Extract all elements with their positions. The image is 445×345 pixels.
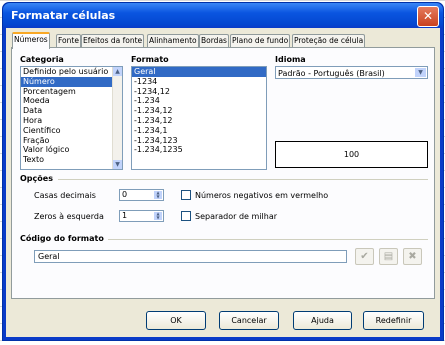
preview-box: 100 [275, 141, 428, 168]
thousands-separator-label: Separador de milhar [195, 212, 278, 221]
tab-label: Números [14, 35, 48, 44]
tab-cell-protection[interactable]: Proteção de célula [292, 34, 366, 47]
format-code-divider [108, 239, 428, 240]
list-item[interactable]: -1.234 [132, 96, 266, 106]
leading-zeros-label: Zeros à esquerda [34, 212, 104, 221]
ok-button[interactable]: OK [146, 311, 206, 330]
dialog-title: Formatar células [11, 9, 116, 22]
tab-label: Efeitos da fonte [83, 36, 143, 45]
tab-label: Plano de fundo [232, 36, 289, 45]
edit-comment-icon: ▤ [383, 251, 394, 262]
preview-value: 100 [343, 150, 360, 159]
tab-label: Alinhamento [149, 36, 197, 45]
list-item[interactable]: -1234,12 [132, 87, 266, 97]
ok-button-label: OK [170, 316, 182, 325]
options-divider [58, 179, 428, 180]
format-code-input[interactable]: Geral [34, 250, 347, 263]
list-item[interactable]: Data [21, 106, 122, 116]
language-value: Padrão - Português (Brasil) [278, 69, 385, 78]
leading-zeros-value: 1 [122, 211, 128, 220]
thousands-separator-checkbox[interactable] [181, 211, 191, 221]
list-item[interactable]: -1.234,12 [132, 106, 266, 116]
numbers-tab-page: Categoria Definido pelo usuário Número P… [11, 47, 435, 299]
list-item[interactable]: Científico [21, 126, 122, 136]
cancel-button-label: Cancelar [231, 316, 267, 325]
format-code-value: Geral [38, 252, 60, 261]
help-button[interactable]: Ajuda [293, 311, 352, 330]
list-item[interactable]: Hora [21, 116, 122, 126]
accept-button[interactable]: ✔ [355, 248, 374, 265]
list-item[interactable]: Fração [21, 136, 122, 146]
dialog-body: Números Fonte Efeitos da fonte Alinhamen… [6, 28, 440, 337]
delete-button[interactable]: ✖ [403, 248, 422, 265]
category-listbox[interactable]: Definido pelo usuário Número Porcentagem… [20, 66, 123, 170]
list-item[interactable]: Geral [132, 67, 266, 77]
format-listbox[interactable]: Geral -1234 -1234,12 -1.234 -1.234,12 -1… [131, 66, 267, 170]
list-item[interactable]: -1234 [132, 77, 266, 87]
cancel-button[interactable]: Cancelar [219, 311, 279, 330]
delete-icon: ✖ [408, 251, 417, 262]
decimal-places-value: 0 [122, 190, 128, 199]
list-item[interactable]: -1.234,12 [132, 116, 266, 126]
language-heading: Idioma [275, 55, 306, 64]
list-item[interactable]: Definido pelo usuário [21, 67, 122, 77]
chevron-down-icon[interactable]: ▼ [415, 68, 426, 77]
scroll-up-icon[interactable]: ▲ [113, 67, 122, 76]
format-heading: Formato [131, 55, 169, 64]
spin-down-icon[interactable]: ▼ [154, 216, 162, 220]
list-item[interactable]: -1.234,1235 [132, 145, 266, 155]
tab-label: Bordas [201, 36, 227, 45]
tab-background[interactable]: Plano de fundo [230, 34, 291, 47]
spin-down-icon[interactable]: ▼ [154, 195, 162, 199]
negative-red-label: Números negativos em vermelho [195, 191, 329, 200]
format-cells-dialog: Formatar células ✕ Números Fonte Efeitos… [2, 2, 444, 341]
options-heading: Opções [20, 174, 53, 183]
decimal-places-label: Casas decimais [34, 191, 96, 200]
reset-button[interactable]: Redefinir [363, 311, 424, 330]
list-item[interactable]: Valor lógico [21, 145, 122, 155]
list-item[interactable]: -1.234,1 [132, 126, 266, 136]
tab-font[interactable]: Fonte [56, 34, 81, 47]
language-select[interactable]: Padrão - Português (Brasil) ▼ [275, 66, 428, 79]
format-code-heading: Código do formato [20, 234, 104, 243]
edit-comment-button[interactable]: ▤ [379, 248, 398, 265]
list-item[interactable]: Moeda [21, 96, 122, 106]
tab-label: Fonte [58, 36, 79, 45]
tab-borders[interactable]: Bordas [199, 34, 229, 47]
decimal-places-stepper[interactable]: 0 ▲ ▼ [119, 189, 164, 201]
list-item[interactable]: Número [21, 76, 122, 87]
help-button-label: Ajuda [311, 316, 334, 325]
tab-numbers[interactable]: Números [12, 32, 50, 49]
scroll-down-icon[interactable]: ▼ [113, 160, 122, 169]
title-bar: Formatar células ✕ [3, 3, 443, 28]
list-item[interactable]: Texto [21, 155, 122, 165]
tab-font-effects[interactable]: Efeitos da fonte [81, 34, 145, 47]
list-item[interactable]: Porcentagem [21, 87, 122, 97]
close-button[interactable]: ✕ [417, 6, 439, 27]
leading-zeros-stepper[interactable]: 1 ▲ ▼ [119, 210, 164, 222]
check-icon: ✔ [360, 251, 369, 262]
close-icon: ✕ [422, 9, 434, 23]
tab-label: Proteção de célula [294, 36, 364, 45]
category-heading: Categoria [20, 55, 64, 64]
tab-alignment[interactable]: Alinhamento [147, 34, 199, 47]
negative-red-checkbox[interactable] [181, 190, 191, 200]
category-scrollbar[interactable]: ▲ ▼ [112, 67, 122, 169]
reset-button-label: Redefinir [375, 316, 412, 325]
list-item[interactable]: -1.234,123 [132, 136, 266, 146]
